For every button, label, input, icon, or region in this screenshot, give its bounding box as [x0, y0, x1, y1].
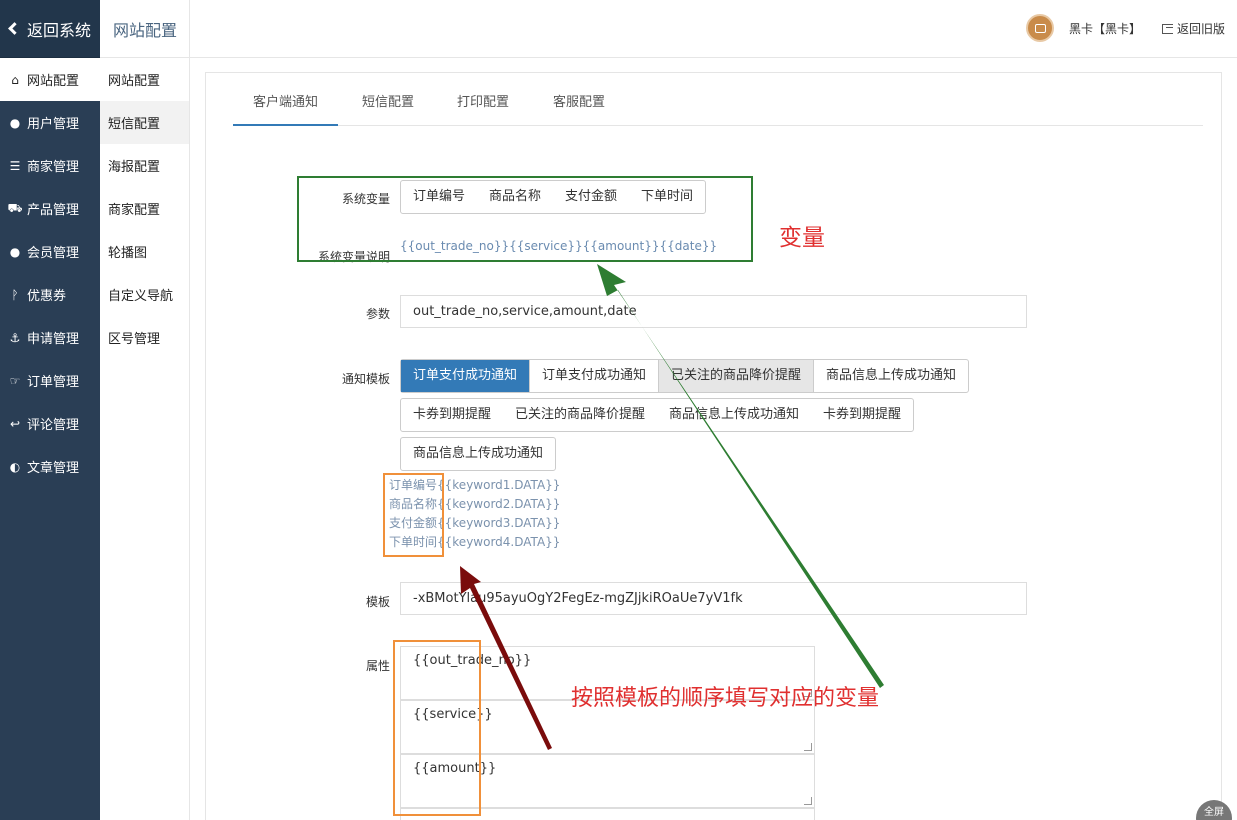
green-arrow [597, 264, 884, 688]
annotation-arrows [460, 264, 884, 750]
darkred-arrow [460, 566, 552, 750]
